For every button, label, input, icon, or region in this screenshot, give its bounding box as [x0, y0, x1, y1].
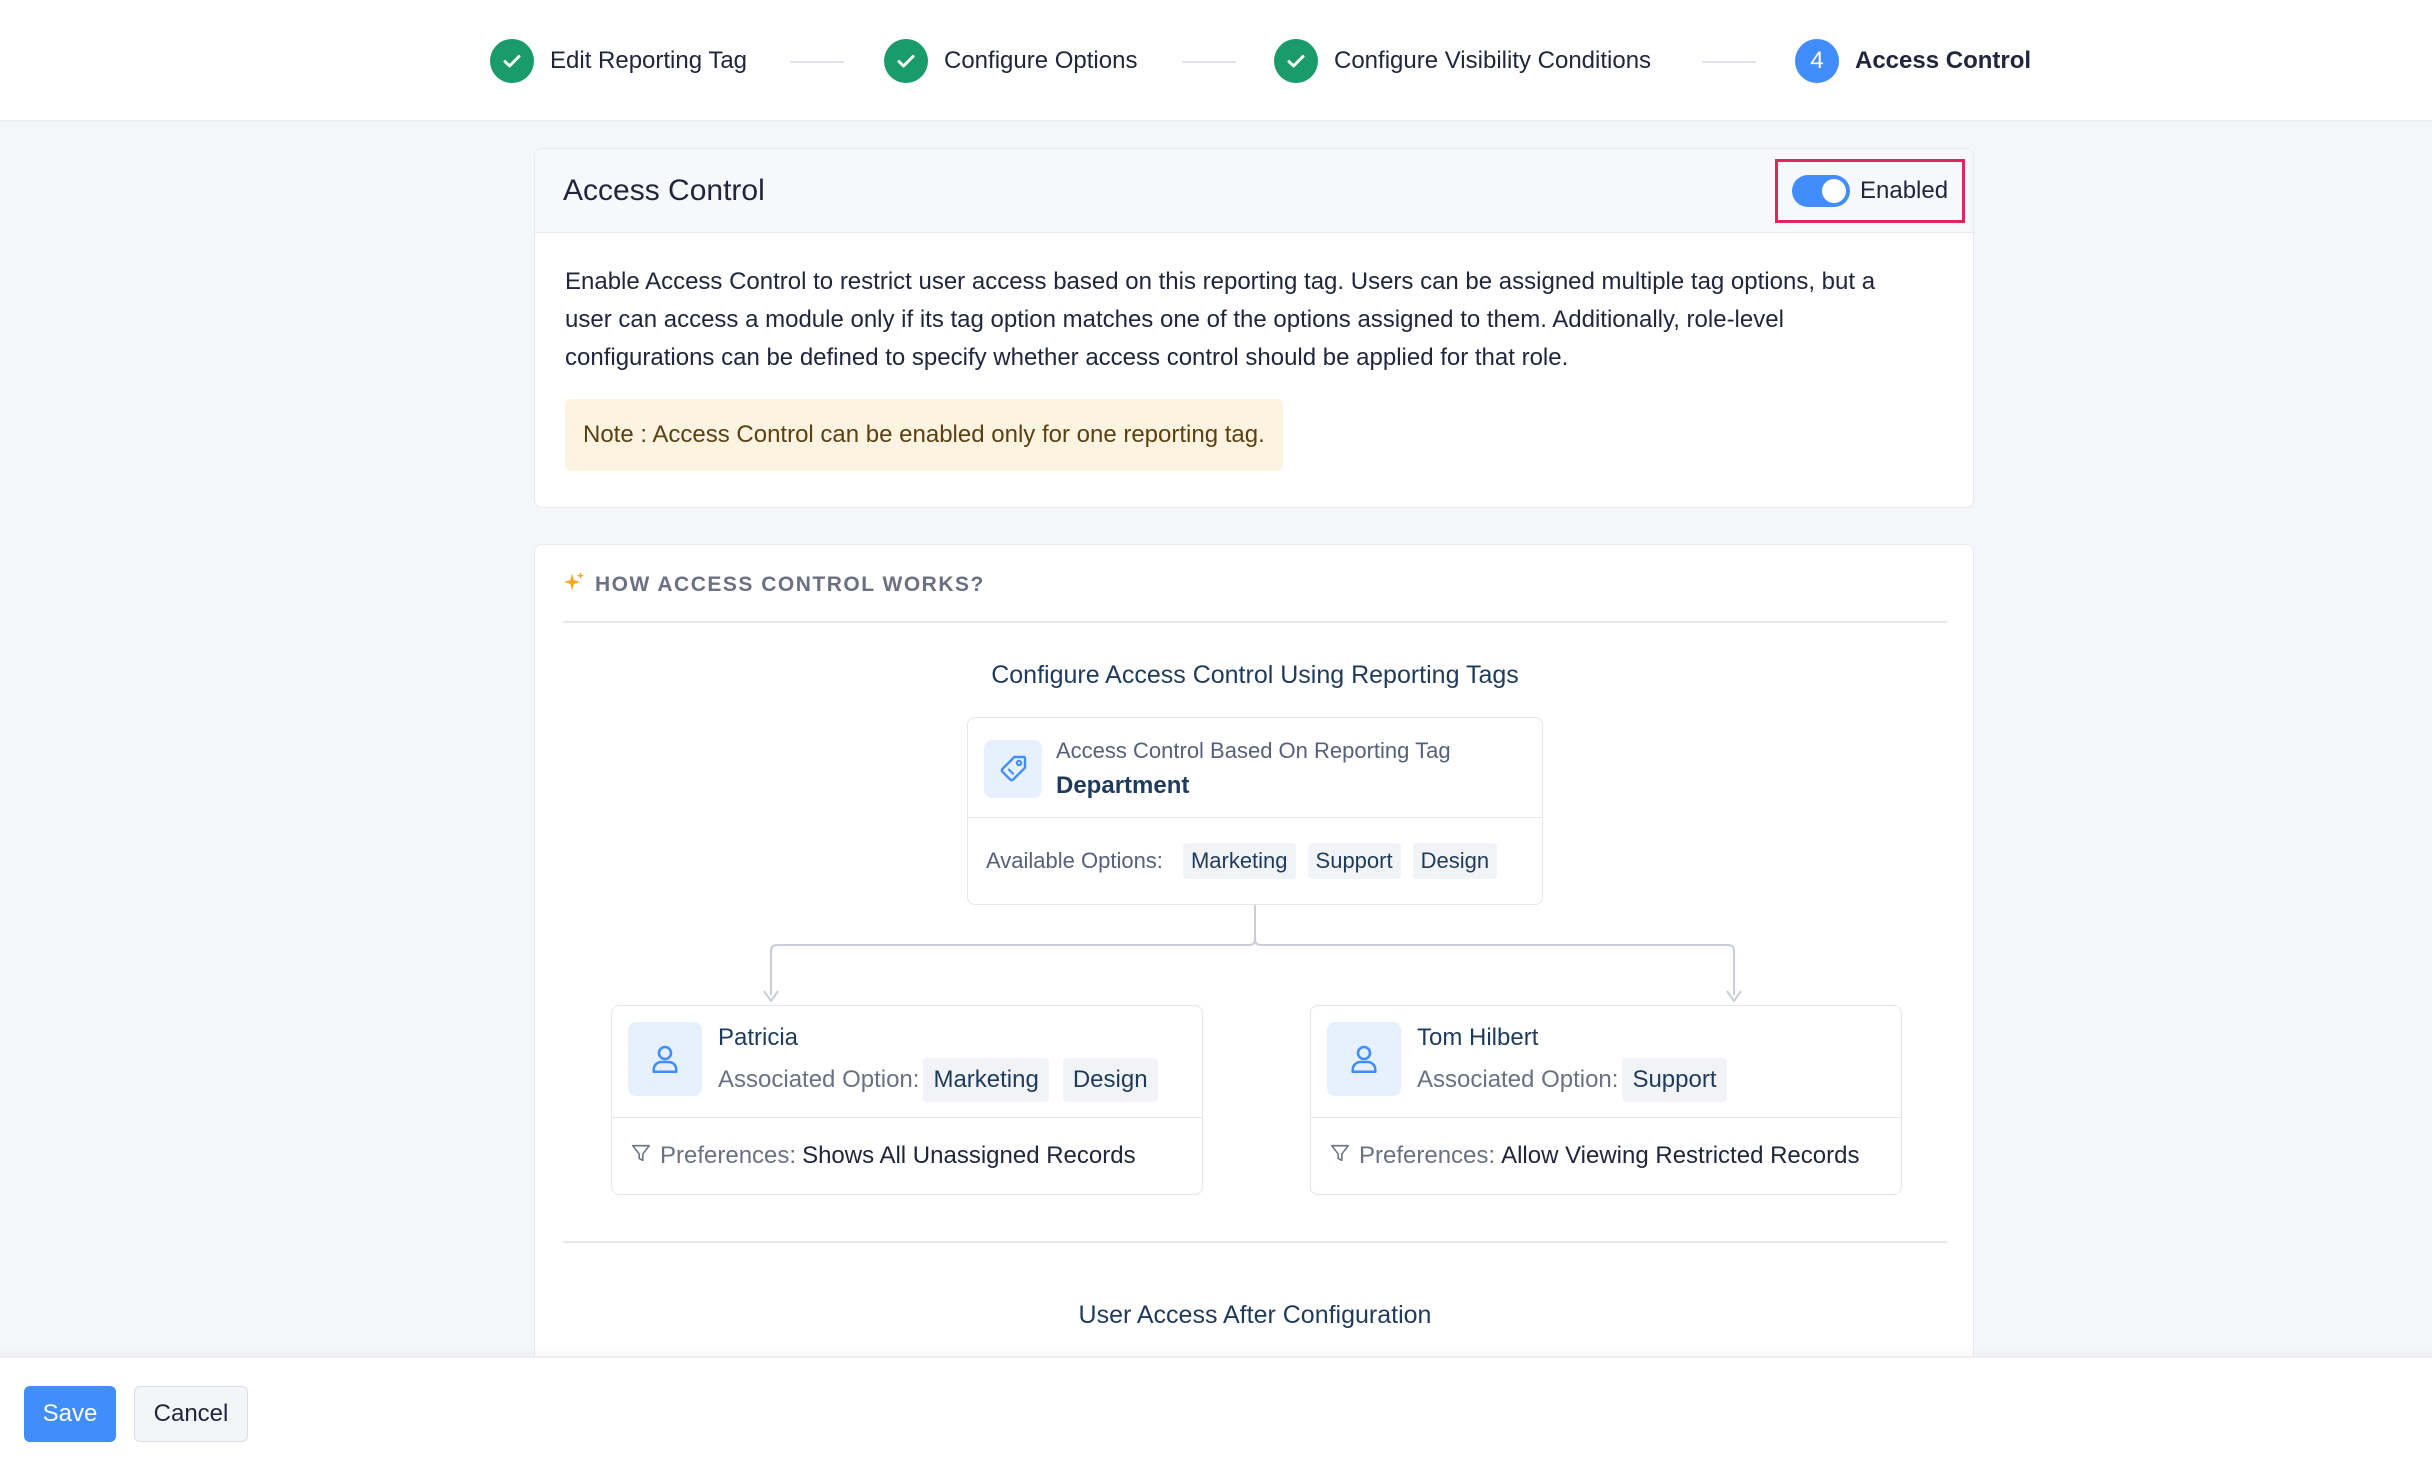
- option-chip: Support: [1622, 1058, 1727, 1102]
- step-connector: [790, 61, 844, 63]
- step-edit-reporting-tag[interactable]: Edit Reporting Tag: [490, 38, 747, 84]
- step-label: Configure Visibility Conditions: [1334, 47, 1652, 74]
- option-chip: Marketing: [923, 1058, 1049, 1102]
- option-chip: Marketing: [1182, 843, 1296, 879]
- filter-icon: [630, 1142, 652, 1171]
- access-control-note: Note : Access Control can be enabled onl…: [565, 399, 1283, 471]
- how-it-works-card: HOW ACCESS CONTROL WORKS? Configure Acce…: [534, 544, 1974, 1468]
- step-connector: [1182, 61, 1236, 63]
- access-control-description: Enable Access Control to restrict user a…: [565, 268, 1876, 371]
- footer-bar: Save Cancel: [0, 1356, 2432, 1468]
- step-connector: [1702, 61, 1756, 63]
- access-control-title: Access Control: [563, 173, 765, 207]
- step-label: Configure Options: [944, 47, 1138, 74]
- step-configure-options[interactable]: Configure Options: [884, 38, 1137, 84]
- section-divider: [563, 1241, 1947, 1243]
- step-label: Edit Reporting Tag: [550, 47, 748, 74]
- step-number: 4: [1795, 39, 1839, 83]
- option-chip: Design: [1062, 1058, 1158, 1102]
- reporting-tag-box: Access Control Based On Reporting Tag De…: [967, 717, 1543, 905]
- tag-value: Department: [1056, 772, 1190, 799]
- check-icon: [490, 39, 534, 83]
- option-chip: Support: [1307, 843, 1401, 879]
- user-name: Patricia: [718, 1024, 799, 1051]
- toggle-label: Enabled: [1860, 177, 1949, 204]
- user-card-patricia: Patricia Associated Option: Marketing De…: [611, 1005, 1203, 1195]
- step-configure-visibility-conditions[interactable]: Configure Visibility Conditions: [1274, 38, 1651, 84]
- available-options-label: Available Options:: [986, 848, 1163, 873]
- enabled-toggle[interactable]: [1792, 175, 1850, 207]
- toggle-knob: [1822, 179, 1846, 203]
- preferences-value: Shows All Unassigned Records: [802, 1142, 1136, 1169]
- access-control-card: Access Control Enabled Enable Access Con…: [534, 148, 1974, 508]
- step-label: Access Control: [1855, 47, 2032, 74]
- tag-icon: [984, 740, 1042, 798]
- associated-option-label: Associated Option:: [718, 1066, 920, 1093]
- after-configuration-title: User Access After Configuration: [1078, 1301, 1432, 1329]
- associated-option-label: Associated Option:: [1417, 1066, 1619, 1093]
- wizard-stepper: Edit Reporting Tag Configure Options Con…: [0, 0, 2432, 122]
- save-button[interactable]: Save: [24, 1386, 116, 1442]
- access-control-header: Access Control Enabled: [535, 149, 1973, 233]
- check-icon: [1274, 39, 1318, 83]
- preferences-label: Preferences:: [660, 1142, 797, 1169]
- user-icon: [628, 1022, 702, 1096]
- user-name: Tom Hilbert: [1417, 1024, 1539, 1051]
- enabled-toggle-highlight: Enabled: [1775, 159, 1965, 223]
- user-card-tom-hilbert: Tom Hilbert Associated Option: Support P…: [1310, 1005, 1902, 1195]
- option-chip: Design: [1412, 843, 1498, 879]
- filter-icon: [1329, 1142, 1351, 1171]
- step-access-control[interactable]: 4 Access Control: [1795, 38, 2031, 84]
- preferences-label: Preferences:: [1359, 1142, 1496, 1169]
- preferences-value: Allow Viewing Restricted Records: [1501, 1142, 1860, 1169]
- check-icon: [884, 39, 928, 83]
- user-icon: [1327, 1022, 1401, 1096]
- tag-caption: Access Control Based On Reporting Tag: [1056, 738, 1451, 763]
- cancel-button[interactable]: Cancel: [134, 1386, 248, 1442]
